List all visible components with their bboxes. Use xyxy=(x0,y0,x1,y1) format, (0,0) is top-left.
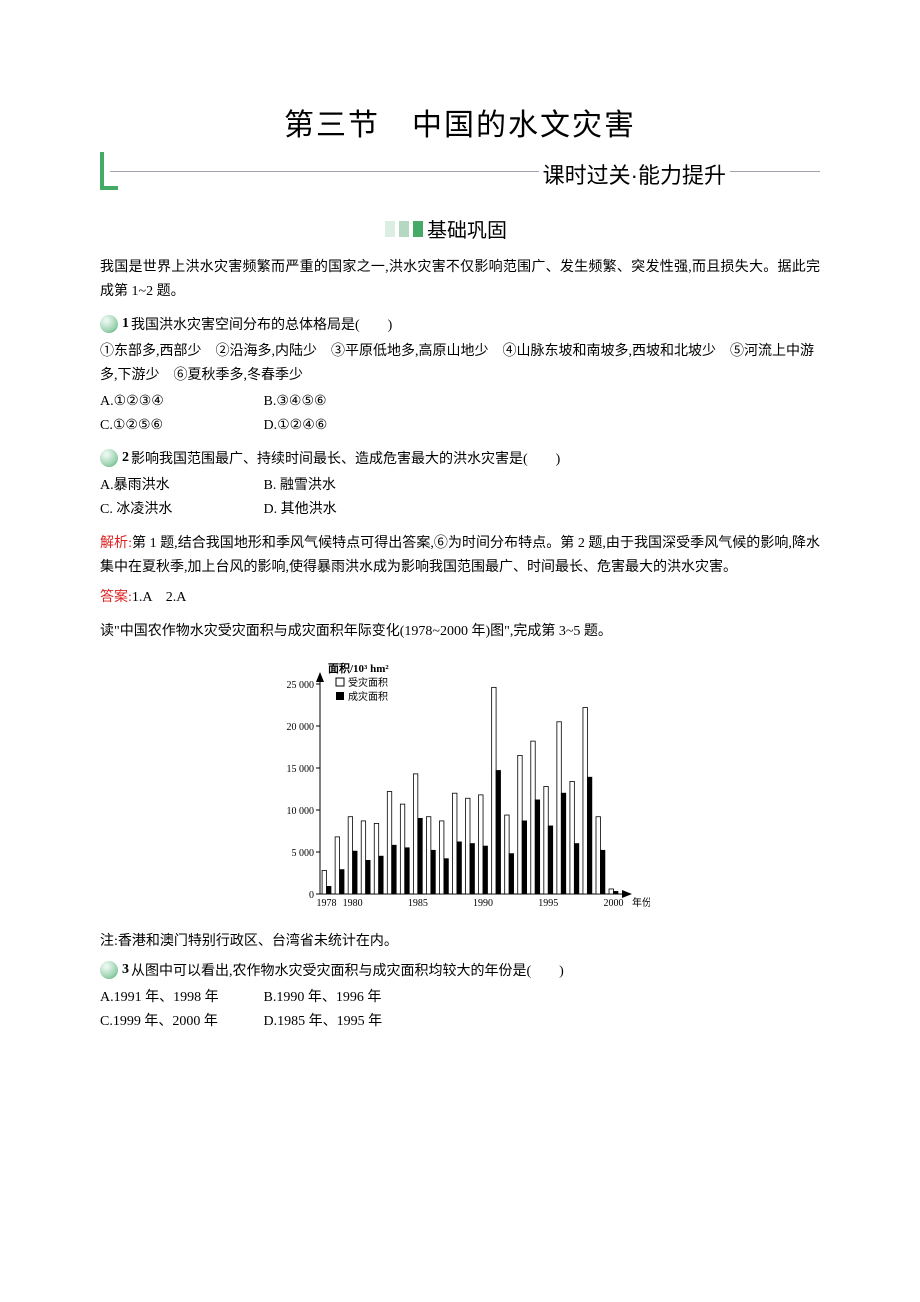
svg-text:20 000: 20 000 xyxy=(287,722,315,733)
options-row-1: A.1991 年、1998 年 B.1990 年、1996 年 xyxy=(100,986,820,1010)
bullet-icon xyxy=(100,449,118,467)
answer-label: 答案: xyxy=(100,590,132,605)
svg-text:1985: 1985 xyxy=(408,898,428,909)
options-row-2: C. 冰凌洪水 D. 其他洪水 xyxy=(100,498,820,522)
option-a: A.①②③④ xyxy=(100,390,260,414)
bullet-icon xyxy=(100,315,118,333)
options-row-1: A.①②③④ B.③④⑤⑥ xyxy=(100,390,820,414)
svg-text:成灾面积: 成灾面积 xyxy=(348,690,388,703)
svg-text:15 000: 15 000 xyxy=(287,764,315,775)
answer-text: 1.A 2.A xyxy=(132,590,186,605)
svg-text:1980: 1980 xyxy=(343,898,363,909)
header-corner-icon xyxy=(100,152,118,190)
svg-text:10 000: 10 000 xyxy=(287,806,315,817)
answer-block: 答案:1.A 2.A xyxy=(100,586,820,610)
svg-text:25 000: 25 000 xyxy=(287,680,315,691)
page-title: 第三节 中国的水文灾害 xyxy=(100,100,820,144)
question-stem: 从图中可以看出,农作物水灾受灾面积与成灾面积均较大的年份是( ) xyxy=(131,960,820,980)
analysis-text: 第 1 题,结合我国地形和季风气候特点可得出答案,⑥为时间分布特点。第 2 题,… xyxy=(100,536,820,575)
question-number: 2 xyxy=(122,450,129,466)
option-d: D.①②④⑥ xyxy=(264,414,424,438)
bullet-icon xyxy=(100,961,118,979)
svg-text:受灾面积: 受灾面积 xyxy=(348,676,388,689)
question-statements: ①东部多,西部少 ②沿海多,内陆少 ③平原低地多,高原山地少 ④山脉东坡和南坡多… xyxy=(100,340,820,388)
option-c: C.①②⑤⑥ xyxy=(100,414,260,438)
chart-note: 注:香港和澳门特别行政区、台湾省未统计在内。 xyxy=(100,930,820,950)
question-1: 1 我国洪水灾害空间分布的总体格局是( ) ①东部多,西部少 ②沿海多,内陆少 … xyxy=(100,314,820,438)
option-d: D. 其他洪水 xyxy=(264,498,424,522)
svg-text:1995: 1995 xyxy=(538,898,558,909)
question-stem: 我国洪水灾害空间分布的总体格局是( ) xyxy=(131,314,820,334)
question-2: 2 影响我国范围最广、持续时间最长、造成危害最大的洪水灾害是( ) A.暴雨洪水… xyxy=(100,448,820,522)
question-number: 1 xyxy=(122,316,129,332)
svg-text:0: 0 xyxy=(309,890,314,901)
svg-text:面积/10³ hm²: 面积/10³ hm² xyxy=(328,661,389,675)
option-b: B.1990 年、1996 年 xyxy=(264,986,424,1010)
analysis-label: 解析: xyxy=(100,536,132,551)
option-a: A.1991 年、1998 年 xyxy=(100,986,260,1010)
question-number: 3 xyxy=(122,962,129,978)
question-stem: 影响我国范围最广、持续时间最长、造成危害最大的洪水灾害是( ) xyxy=(131,448,820,468)
options-row-1: A.暴雨洪水 B. 融雪洪水 xyxy=(100,474,820,498)
figure-intro: 读"中国农作物水灾受灾面积与成灾面积年际变化(1978~2000 年)图",完成… xyxy=(100,620,820,644)
svg-text:5 000: 5 000 xyxy=(292,848,315,859)
bar-chart: 0 5 000 10 000 15 000 20 000 25 000 1978 1980 19… xyxy=(270,654,650,924)
chart-container: 0 5 000 10 000 15 000 20 000 25 000 1978 1980 19… xyxy=(100,654,820,924)
option-d: D.1985 年、1995 年 xyxy=(264,1010,424,1034)
options-row-2: C.①②⑤⑥ D.①②④⑥ xyxy=(100,414,820,438)
section-bar-icon xyxy=(413,221,423,237)
option-b: B.③④⑤⑥ xyxy=(264,390,424,414)
option-c: C. 冰凌洪水 xyxy=(100,498,260,522)
header-divider: 课时过关·能力提升 xyxy=(100,154,820,190)
intro-paragraph: 我国是世界上洪水灾害频繁而严重的国家之一,洪水灾害不仅影响范围广、发生频繁、突发… xyxy=(100,256,820,304)
svg-text:2000: 2000 xyxy=(603,898,623,909)
section-header: 基础巩固 xyxy=(100,214,820,240)
option-a: A.暴雨洪水 xyxy=(100,474,260,498)
option-b: B. 融雪洪水 xyxy=(264,474,424,498)
option-c: C.1999 年、2000 年 xyxy=(100,1010,260,1034)
question-3: 3 从图中可以看出,农作物水灾受灾面积与成灾面积均较大的年份是( ) A.199… xyxy=(100,960,820,1034)
svg-text:1990: 1990 xyxy=(473,898,493,909)
analysis-block: 解析:第 1 题,结合我国地形和季风气候特点可得出答案,⑥为时间分布特点。第 2… xyxy=(100,532,820,580)
section-title: 基础巩固 xyxy=(427,220,507,242)
svg-text:年份: 年份 xyxy=(632,896,650,909)
svg-text:1978: 1978 xyxy=(317,898,337,909)
options-row-2: C.1999 年、2000 年 D.1985 年、1995 年 xyxy=(100,1010,820,1034)
header-label: 课时过关·能力提升 xyxy=(539,158,730,190)
